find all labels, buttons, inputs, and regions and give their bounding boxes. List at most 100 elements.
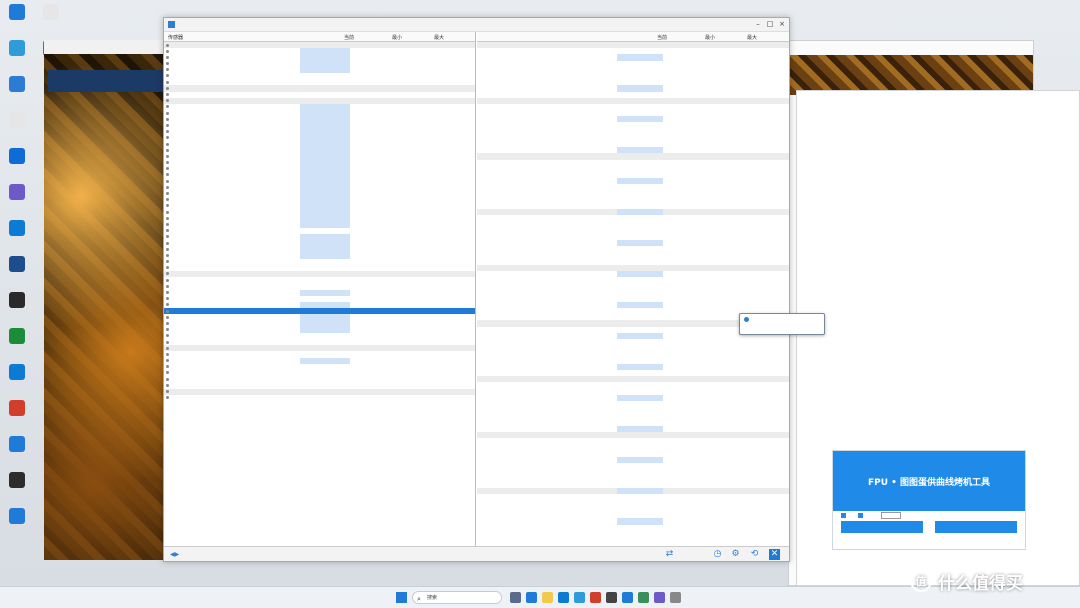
expand-icon[interactable] [166, 390, 169, 393]
taskbar-search-box[interactable]: ⌕ 搜索 [412, 591, 502, 604]
sensor-icon [166, 260, 169, 264]
shortcut-app-icon [9, 220, 25, 236]
sensor-icon [166, 278, 169, 282]
desktop-shortcut[interactable] [2, 472, 32, 490]
desktop-shortcut[interactable] [2, 436, 32, 454]
desktop-shortcut[interactable] [2, 112, 32, 130]
hwinfo-statusbar: ◀▶ ⇄ ◷ ⚙ ⟲ ✕ [164, 546, 789, 561]
fpu-option-b-checkbox[interactable] [858, 512, 863, 518]
fpu-start-button[interactable] [841, 521, 923, 533]
sensor-icon [166, 377, 169, 381]
sensor-pane-right[interactable]: 当前 最小 最大 [477, 32, 789, 548]
desktop-shortcut[interactable] [2, 292, 32, 310]
start-button-icon[interactable] [396, 592, 407, 603]
desktop-shortcut[interactable] [2, 4, 32, 22]
desktop-shortcut[interactable] [2, 364, 32, 382]
wallpaper-art-window[interactable] [44, 40, 168, 560]
hwinfo-titlebar[interactable]: – □ × [164, 18, 789, 32]
reset-icon[interactable]: ⟲ [749, 549, 760, 560]
app-icon-6[interactable] [654, 592, 665, 603]
fpu-stress-tool-panel[interactable]: FPU • 图图蛋供曲线烤机工具 [832, 450, 1026, 550]
fpu-header: FPU • 图图蛋供曲线烤机工具 [833, 451, 1025, 511]
desktop-shortcut[interactable] [2, 184, 32, 202]
left-sensor-rows [164, 42, 475, 401]
col-min-right[interactable]: 最小 [705, 34, 715, 41]
minimize-icon[interactable]: – [753, 20, 763, 29]
desktop-shortcut[interactable] [36, 4, 66, 22]
desktop-shortcut[interactable] [2, 148, 32, 166]
fpu-stop-button[interactable] [935, 521, 1017, 533]
desktop-shortcut[interactable] [2, 40, 32, 58]
sensor-icon [166, 328, 169, 332]
file-explorer-icon[interactable] [542, 592, 553, 603]
clock-icon[interactable]: ◷ [712, 549, 723, 560]
sensor-icon [166, 291, 169, 294]
navigate-arrows-icon[interactable]: ◀▶ [170, 551, 182, 558]
task-view-icon[interactable] [510, 592, 521, 603]
sensor-row[interactable] [164, 395, 475, 401]
fpu-options-row [833, 511, 1025, 519]
watermark-logo-icon: 值 [910, 570, 932, 592]
sensor-icon [166, 241, 169, 245]
app-icon-3[interactable] [606, 592, 617, 603]
shortcut-app-icon [9, 508, 25, 524]
col-current-right[interactable]: 当前 [657, 34, 667, 41]
sensor-icon [166, 216, 169, 220]
app-icon-5[interactable] [638, 592, 649, 603]
desktop-shortcut[interactable] [2, 76, 32, 94]
desktop-shortcut[interactable] [2, 220, 32, 238]
network-icon[interactable]: ⇄ [664, 549, 675, 560]
art-window-titlebar[interactable] [44, 40, 168, 54]
shortcut-app-icon [9, 364, 25, 380]
expand-icon[interactable] [166, 346, 169, 350]
site-watermark: 值 什么值得买 [910, 566, 1080, 596]
sensor-icon [166, 154, 169, 158]
desktop-shortcut[interactable] [2, 328, 32, 346]
hwinfo-sensors-window[interactable]: – □ × 传感器 当前 最小 最大 当前 最小 最大 ◀▶ ⇄ ◷ ⚙ ⟲ ✕ [163, 17, 790, 562]
store-icon[interactable] [558, 592, 569, 603]
sensor-icon [166, 55, 169, 59]
expand-icon[interactable] [166, 99, 169, 103]
desktop-shortcut[interactable] [2, 508, 32, 526]
sensor-icon [166, 266, 169, 270]
fpu-duration-input[interactable] [881, 511, 901, 519]
col-max[interactable]: 最大 [434, 34, 444, 41]
info-icon [744, 317, 749, 322]
desktop-shortcut[interactable] [2, 400, 32, 418]
shortcut-app-icon [9, 400, 25, 416]
settings-icon[interactable]: ⚙ [730, 549, 741, 560]
app-icon-7[interactable] [670, 592, 681, 603]
maximize-icon[interactable]: □ [765, 20, 775, 29]
desktop: FPU • 图图蛋供曲线烤机工具 – □ × 传感器 当前 最小 最大 当前 最… [0, 0, 1080, 586]
app-icon-4[interactable] [622, 592, 633, 603]
expand-icon[interactable] [166, 43, 169, 47]
shortcut-app-icon [43, 4, 59, 20]
left-column-header: 传感器 当前 最小 最大 [164, 32, 475, 42]
close-sensors-icon[interactable]: ✕ [769, 549, 780, 560]
expand-icon[interactable] [166, 272, 169, 276]
app-icon-1[interactable] [574, 592, 585, 603]
col-current[interactable]: 当前 [344, 34, 354, 41]
expand-icon[interactable] [166, 86, 169, 90]
sensor-icon [166, 297, 169, 301]
col-min[interactable]: 最小 [392, 34, 402, 41]
sensor-icon [166, 383, 169, 387]
app-icon-2[interactable] [590, 592, 601, 603]
search-placeholder: 搜索 [427, 595, 438, 601]
right-column-header: 当前 最小 最大 [477, 32, 789, 42]
col-sensor[interactable]: 传感器 [168, 34, 183, 41]
sensor-icon [166, 161, 169, 165]
sensor-pane-left[interactable]: 传感器 当前 最小 最大 [164, 32, 476, 548]
fpu-option-a-checkbox[interactable] [841, 512, 846, 518]
sensor-icon [166, 198, 169, 202]
edge-icon[interactable] [526, 592, 537, 603]
desktop-shortcut[interactable] [2, 256, 32, 274]
shortcut-app-icon [9, 436, 25, 452]
sensor-row[interactable] [477, 531, 789, 537]
sensor-icon [166, 284, 169, 288]
sensor-icon [166, 365, 169, 369]
close-icon[interactable]: × [777, 20, 787, 29]
shortcut-app-icon [9, 148, 25, 164]
sensor-icon [166, 74, 169, 78]
col-max-right[interactable]: 最大 [747, 34, 757, 41]
